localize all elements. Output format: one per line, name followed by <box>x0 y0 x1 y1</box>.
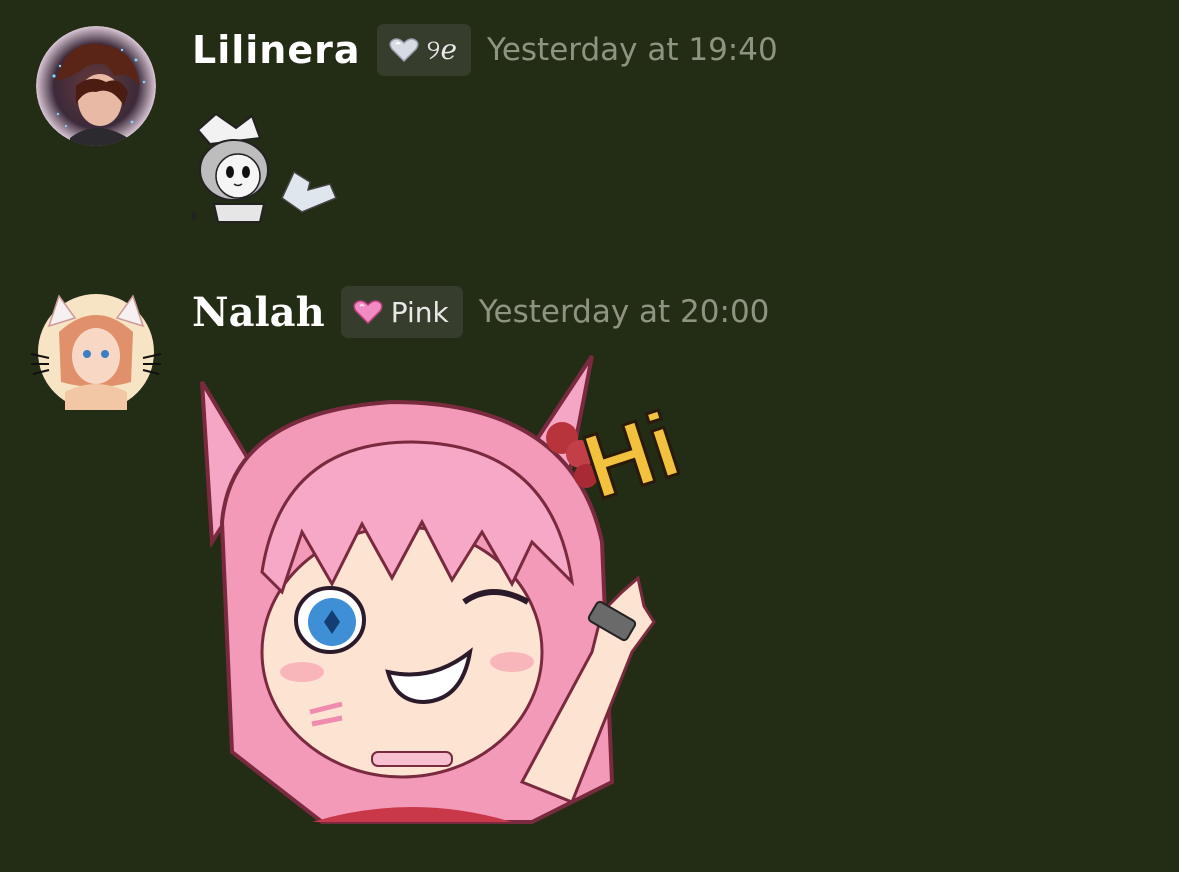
avatar-lilinera[interactable] <box>36 26 156 146</box>
silver-heart-icon <box>389 38 418 63</box>
role-tag-label: Pink <box>390 295 449 329</box>
role-tag[interactable]: Pink <box>340 286 463 338</box>
message-lilinera: Lilinera ୨ℯ Yesterday at 19:40 <box>0 0 1179 250</box>
pink-catgirl-hi-sticker[interactable]: Hi <box>192 352 693 832</box>
username[interactable]: Nalah <box>192 289 325 336</box>
username[interactable]: Lilinera <box>192 28 361 72</box>
timestamp: Yesterday at 19:40 <box>487 32 778 68</box>
role-tag[interactable]: ୨ℯ <box>376 24 472 76</box>
role-tag-label: ୨ℯ <box>426 33 458 66</box>
chibi-grayscale-sticker[interactable] <box>190 112 338 224</box>
message-nalah: Nalah Pink Yesterday at 20:00 Hi <box>0 270 1179 872</box>
message-header: Nalah Pink Yesterday at 20:00 <box>192 284 769 340</box>
timestamp: Yesterday at 20:00 <box>478 294 770 330</box>
message-header: Lilinera ୨ℯ Yesterday at 19:40 <box>192 22 778 78</box>
pink-heart-icon <box>353 300 383 325</box>
avatar-nalah[interactable] <box>30 292 162 412</box>
